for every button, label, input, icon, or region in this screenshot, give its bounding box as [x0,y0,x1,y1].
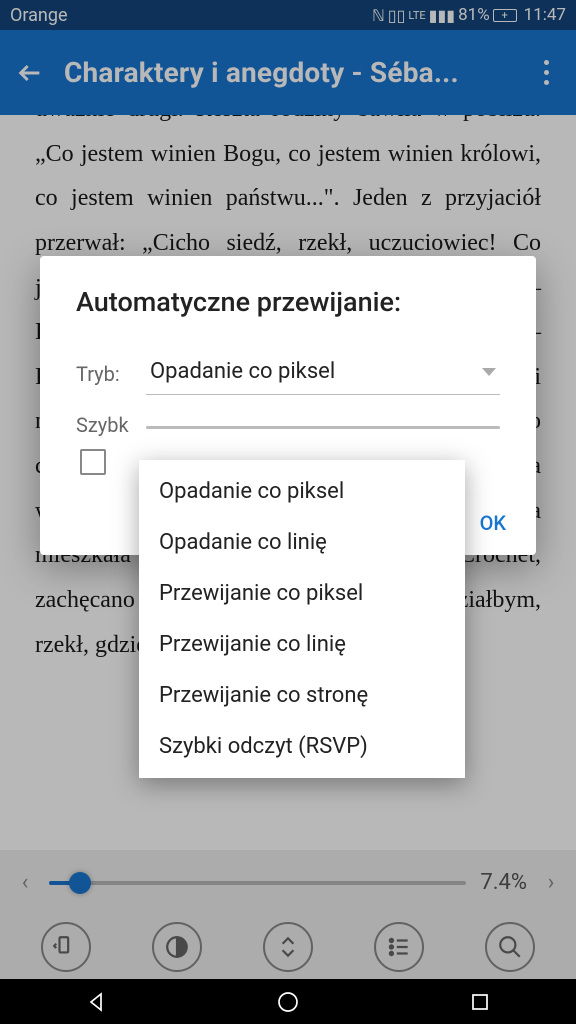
dropdown-option[interactable]: Opadanie co piksel [139,466,465,517]
dropdown-option[interactable]: Opadanie co linię [139,517,465,568]
checkbox[interactable] [80,449,106,475]
nav-back-icon[interactable] [84,990,108,1014]
modal-scrim-bottom[interactable] [0,850,576,979]
chevron-down-icon [482,368,496,376]
speed-slider[interactable] [146,426,500,429]
dialog-title: Automatyczne przewijanie: [40,286,536,353]
mode-select[interactable]: Opadanie co piksel [146,353,500,395]
mode-row: Tryb: Opadanie co piksel [40,353,536,413]
speed-label: Szybk [76,413,146,437]
ok-button[interactable]: OK [480,511,506,535]
nav-home-icon[interactable] [276,990,300,1014]
speed-row: Szybk [40,413,536,449]
nav-recent-icon[interactable] [468,990,492,1014]
dropdown-option[interactable]: Szybki odczyt (RSVP) [139,721,465,772]
mode-value: Opadanie co piksel [150,359,335,384]
mode-label: Tryb: [76,362,146,386]
mode-dropdown: Opadanie co piksel Opadanie co linię Prz… [139,460,465,778]
dropdown-option[interactable]: Przewijanie co stronę [139,670,465,721]
system-nav [0,979,576,1024]
dropdown-option[interactable]: Przewijanie co piksel [139,568,465,619]
dropdown-option[interactable]: Przewijanie co linię [139,619,465,670]
